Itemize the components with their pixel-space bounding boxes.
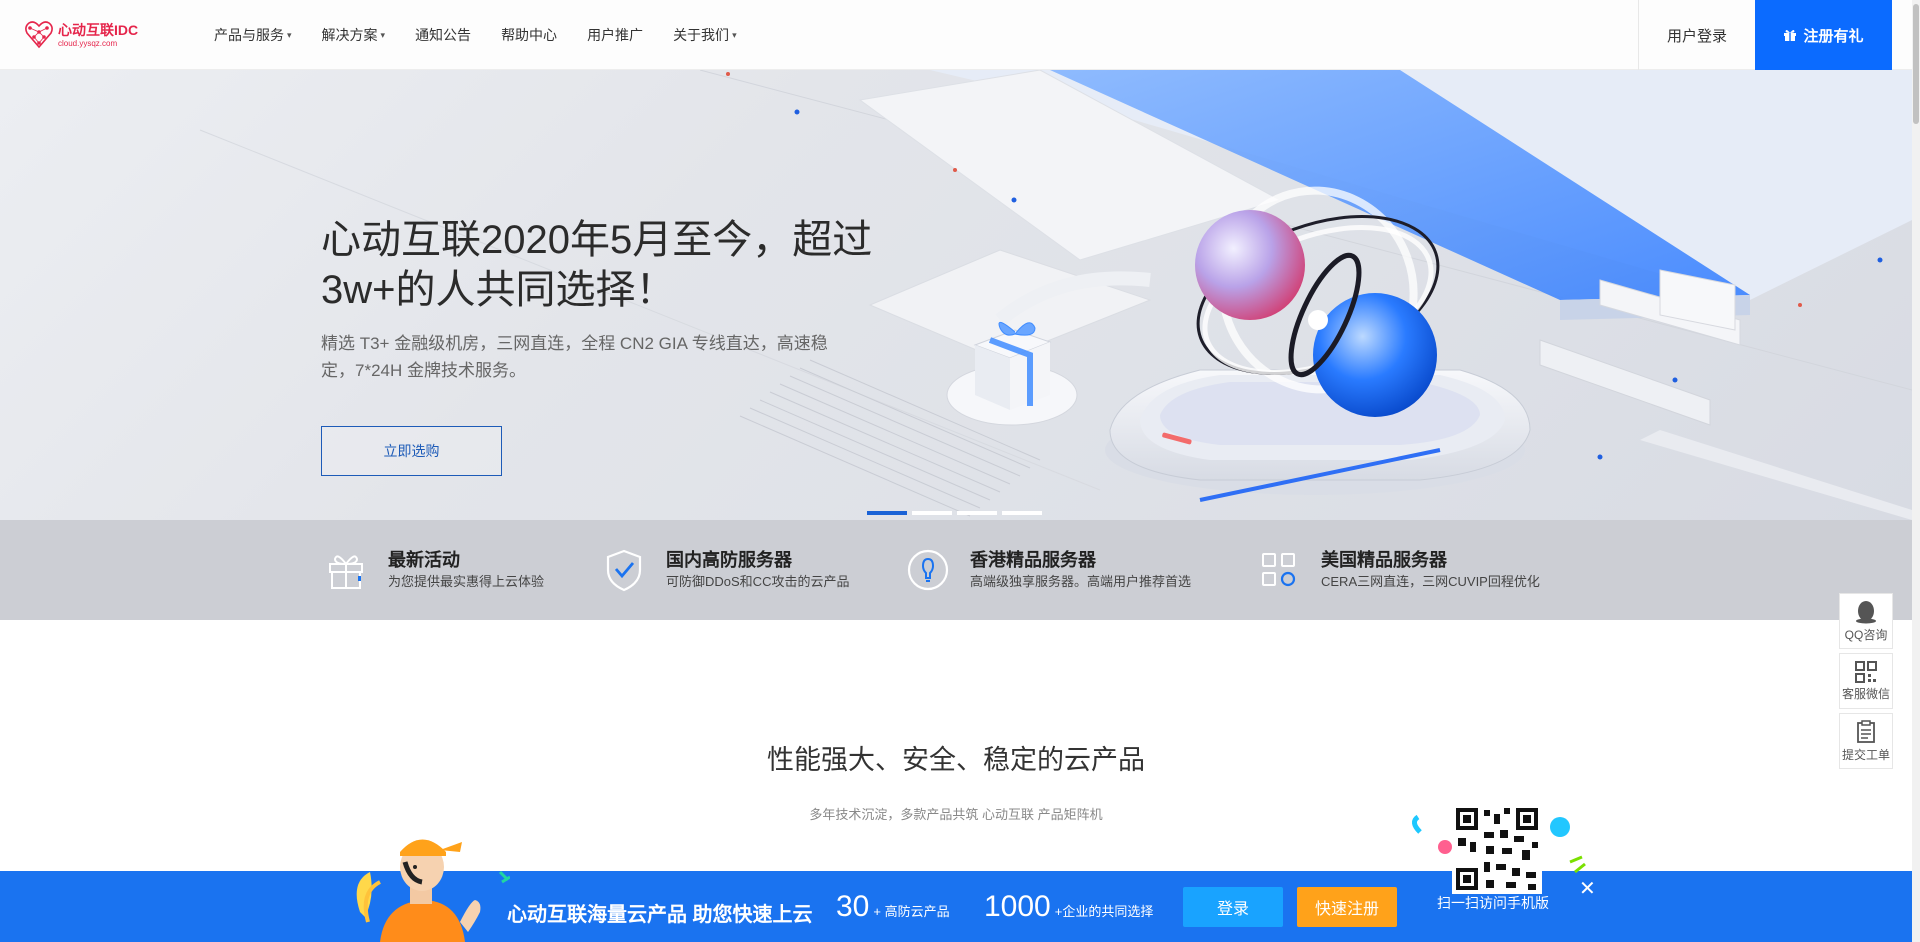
feature-title: 美国精品服务器 <box>1321 550 1447 570</box>
feature-desc: 可防御DDoS和CC攻击的云产品 <box>666 574 850 589</box>
feature-desc: 为您提供最实惠得上云体验 <box>388 574 545 589</box>
nav-item-promotion[interactable]: 用户推广 <box>587 25 643 45</box>
user-login-link[interactable]: 用户登录 <box>1638 0 1755 70</box>
section-title: 性能强大、安全、稳定的云产品 <box>767 745 1145 775</box>
carousel-dot-3[interactable] <box>957 511 997 515</box>
nav-item-announcements[interactable]: 通知公告 <box>415 25 471 45</box>
banner-title: 心动互联2020年5月至今，超过3w+的人共同选择！ <box>321 218 873 312</box>
shield-check-icon <box>606 549 642 592</box>
stat-number: 30 <box>836 890 870 923</box>
main-nav: 产品与服务 ▾ 解决方案 ▾ 通知公告 帮助中心 用户推广 关于我们 ▾ <box>214 0 767 70</box>
feature-us-server[interactable]: 美国精品服务器 CERA三网直连，三网CUVIP回程优化 <box>1255 520 1540 620</box>
banner-illustration <box>199 70 1912 520</box>
feature-title: 国内高防服务器 <box>666 550 792 570</box>
carousel-dots <box>867 511 1047 515</box>
scrollbar-thumb[interactable] <box>1913 4 1919 124</box>
site-logo[interactable]: 心动互联IDC cloud.yysqz.com <box>24 17 138 53</box>
grid-apps-icon <box>1262 553 1296 587</box>
carousel-dot-4[interactable] <box>1002 511 1042 515</box>
feature-title: 最新活动 <box>388 550 460 570</box>
logo-url: cloud.yysqz.com <box>58 38 118 48</box>
stat-label: +企业的共同选择 <box>1054 904 1154 919</box>
chevron-down-icon: ▾ <box>380 29 386 40</box>
site-header: 心动互联IDC cloud.yysqz.com 产品与服务 ▾ 解决方案 ▾ 通知公… <box>0 0 1912 70</box>
feature-latest-activity[interactable]: 最新活动 为您提供最实惠得上云体验 <box>322 520 544 620</box>
qq-penguin-icon <box>1856 600 1876 623</box>
feature-strip: 最新活动 为您提供最实惠得上云体验 国内高防服务器 可防御DDoS和CC攻击的云… <box>0 520 1912 620</box>
nav-item-products[interactable]: 产品与服务 ▾ <box>214 25 292 45</box>
page-scrollbar[interactable] <box>1912 0 1920 942</box>
feature-title: 香港精品服务器 <box>970 550 1096 570</box>
carousel-dot-1[interactable] <box>867 511 907 515</box>
banner-description: 精选 T3+ 金融级机房，三网直连，全程 CN2 GIA 专线直达，高速稳定，7… <box>321 334 828 380</box>
hero-banner: 心动互联2020年5月至今，超过3w+的人共同选择！ 精选 T3+ 金融级机房，… <box>0 70 1912 520</box>
chevron-down-icon: ▾ <box>732 29 737 40</box>
nav-item-about[interactable]: 关于我们 ▾ <box>673 25 737 45</box>
nav-item-solutions[interactable]: 解决方案 ▾ <box>322 25 386 45</box>
bulb-icon <box>907 549 949 591</box>
feature-domestic-server[interactable]: 国内高防服务器 可防御DDoS和CC攻击的云产品 <box>600 520 849 620</box>
gift-icon <box>329 555 363 589</box>
register-button[interactable]: 注册有礼 <box>1755 0 1892 70</box>
gift-icon <box>1784 30 1797 41</box>
stat-label: + 高防云产品 <box>873 904 950 919</box>
close-icon[interactable]: ✕ <box>1579 876 1596 901</box>
mascot-illustration <box>356 839 510 942</box>
feature-desc: 高端级独享服务器。高端用户推荐首选 <box>970 574 1192 589</box>
stat-customers: 1000 +企业的共同选择 <box>984 890 1153 924</box>
bottom-login-button[interactable]: 登录 <box>1183 887 1283 927</box>
feature-desc: CERA三网直连，三网CUVIP回程优化 <box>1321 574 1540 589</box>
stat-number: 1000 <box>984 890 1051 923</box>
carousel-dot-2[interactable] <box>912 511 952 515</box>
feature-hk-server[interactable]: 香港精品服务器 高端级独享服务器。高端用户推荐首选 <box>904 520 1191 620</box>
quick-register-button[interactable]: 快速注册 <box>1297 887 1397 927</box>
bottom-slogan: 心动互联海量云产品 助您快速上云 <box>507 904 813 926</box>
stat-products: 30 + 高防云产品 <box>836 890 950 924</box>
qq-consult-button[interactable]: QQ咨询 <box>1839 593 1893 649</box>
logo-name: 心动互联IDC <box>58 21 139 38</box>
wechat-service-button[interactable]: 客服微信 <box>1839 653 1893 709</box>
buy-now-button[interactable]: 立即选购 <box>321 426 502 476</box>
bottom-promo-bar <box>0 871 1912 942</box>
qrcode-icon <box>1855 660 1877 683</box>
nav-item-help[interactable]: 帮助中心 <box>501 25 557 45</box>
heart-network-logo-icon <box>24 19 54 51</box>
qr-label: 扫一扫访问手机版 <box>1437 895 1549 911</box>
section-subtitle: 多年技术沉淀，多款产品共筑 心动互联 产品矩阵机 <box>809 807 1103 822</box>
chevron-down-icon: ▾ <box>287 29 292 40</box>
